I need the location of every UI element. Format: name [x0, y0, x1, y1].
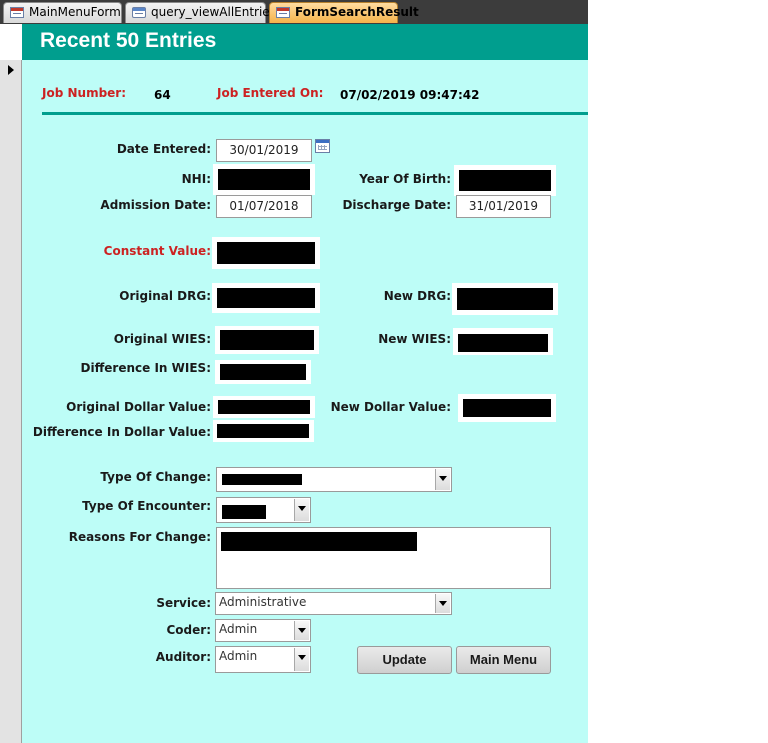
type-of-encounter-label: Type Of Encounter: [82, 499, 211, 513]
query-icon [132, 7, 146, 18]
new-wies-label: New WIES: [378, 332, 451, 346]
service-combo[interactable]: Administrative [215, 592, 452, 615]
redaction-block [217, 288, 315, 308]
year-of-birth-field[interactable] [454, 165, 556, 196]
form-title: Recent 50 Entries [40, 29, 217, 52]
original-drg-label: Original DRG: [119, 289, 211, 303]
header-divider [42, 112, 588, 115]
difference-dollar-field[interactable] [213, 420, 314, 442]
dropdown-arrow-icon[interactable] [435, 469, 450, 490]
coder-combo[interactable]: Admin [215, 619, 311, 642]
auditor-label: Auditor: [155, 650, 211, 664]
document-tab-strip: MainMenuForm query_viewAllEntries FormSe… [0, 0, 588, 24]
redaction-block [463, 399, 551, 417]
job-number-label: Job Number: [42, 86, 127, 100]
date-entered-label: Date Entered: [116, 142, 211, 156]
redaction-block [217, 424, 309, 438]
current-record-arrow-icon [8, 65, 14, 75]
tab-label: FormSearchResult [295, 5, 419, 19]
nhi-field[interactable] [213, 164, 315, 195]
reasons-for-change-textarea[interactable] [216, 527, 551, 589]
new-drg-label: New DRG: [383, 289, 451, 303]
update-button[interactable]: Update [357, 646, 452, 674]
type-of-encounter-combo[interactable] [216, 497, 311, 523]
redaction-block [458, 334, 548, 352]
admission-date-label: Admission Date: [100, 198, 211, 212]
type-of-change-label: Type Of Change: [100, 470, 211, 484]
main-menu-button[interactable]: Main Menu [456, 646, 551, 674]
original-wies-label: Original WIES: [113, 332, 211, 346]
auditor-combo[interactable]: Admin [215, 646, 311, 673]
reasons-for-change-label: Reasons For Change: [68, 530, 211, 544]
tab-label: query_viewAllEntries [151, 5, 276, 19]
redaction-block [220, 364, 306, 380]
record-selector[interactable] [0, 60, 22, 743]
form-icon [276, 7, 290, 18]
redaction-block [459, 170, 551, 191]
tab-main-menu-form[interactable]: MainMenuForm [3, 2, 122, 23]
original-dollar-label: Original Dollar Value: [66, 400, 211, 414]
redaction-block [217, 242, 315, 264]
difference-wies-field[interactable] [215, 360, 311, 384]
original-dollar-field[interactable] [213, 396, 315, 418]
dropdown-arrow-icon[interactable] [294, 621, 309, 640]
service-value: Administrative [219, 595, 307, 609]
new-wies-field[interactable] [453, 328, 553, 355]
service-label: Service: [156, 596, 211, 610]
dropdown-arrow-icon[interactable] [294, 499, 309, 521]
tab-query-view-all-entries[interactable]: query_viewAllEntries [125, 2, 276, 23]
dropdown-arrow-icon[interactable] [294, 648, 309, 671]
discharge-date-field[interactable]: 31/01/2019 [456, 195, 551, 218]
calendar-icon[interactable] [315, 139, 330, 153]
redaction-block [221, 532, 417, 551]
tab-label: MainMenuForm [29, 5, 121, 19]
discharge-date-label: Discharge Date: [342, 198, 451, 212]
coder-value: Admin [219, 622, 258, 636]
auditor-value: Admin [219, 649, 258, 663]
job-number-value: 64 [154, 88, 171, 102]
new-dollar-label: New Dollar Value: [330, 400, 451, 414]
redaction-block [222, 474, 302, 485]
nhi-label: NHI: [181, 172, 211, 186]
redaction-block [218, 169, 310, 190]
new-drg-field[interactable] [452, 283, 558, 315]
original-wies-field[interactable] [215, 326, 319, 354]
redaction-block [220, 330, 314, 350]
type-of-change-combo[interactable] [216, 467, 452, 492]
tab-form-search-result[interactable]: FormSearchResult [269, 2, 419, 23]
date-entered-field[interactable]: 30/01/2019 [216, 139, 312, 162]
job-entered-label: Job Entered On: [217, 86, 324, 100]
year-of-birth-label: Year Of Birth: [359, 172, 451, 186]
constant-value-label: Constant Value: [103, 244, 211, 258]
coder-label: Coder: [166, 623, 212, 637]
redaction-block [457, 288, 553, 310]
redaction-block [218, 400, 310, 414]
form-icon [10, 7, 24, 18]
constant-value-field[interactable] [212, 237, 320, 269]
difference-dollar-label: Difference In Dollar Value: [32, 425, 211, 439]
redaction-block [222, 505, 266, 519]
new-dollar-field[interactable] [458, 394, 556, 422]
dropdown-arrow-icon[interactable] [435, 594, 450, 613]
job-entered-value: 07/02/2019 09:47:42 [340, 88, 480, 102]
difference-wies-label: Difference In WIES: [80, 361, 212, 375]
admission-date-field[interactable]: 01/07/2018 [216, 195, 312, 218]
original-drg-field[interactable] [212, 283, 320, 313]
